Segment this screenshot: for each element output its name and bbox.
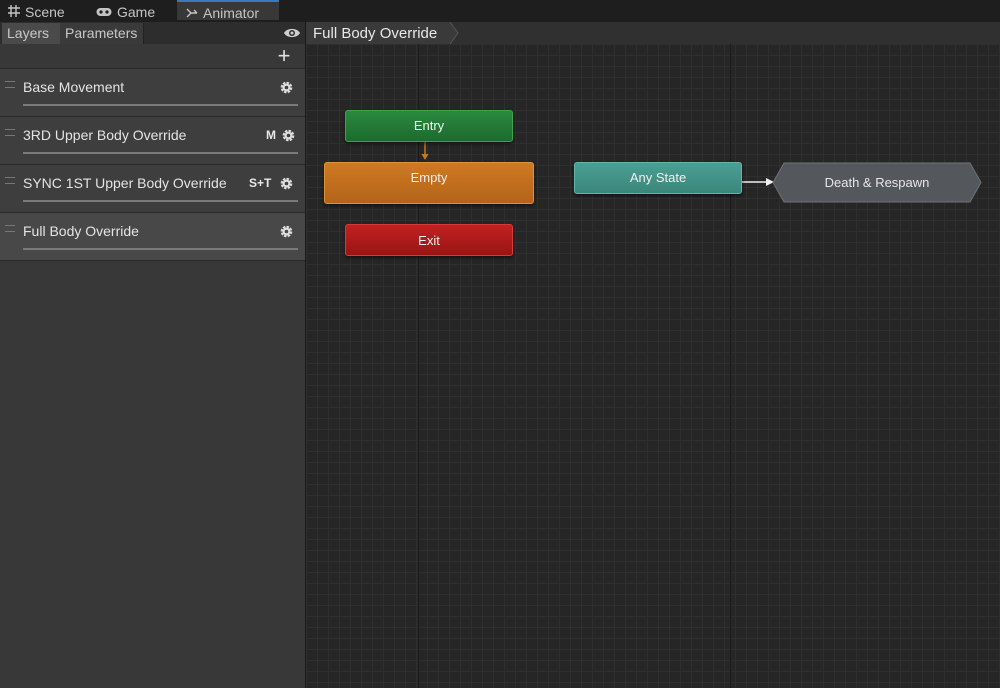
layers-panel: Layers Parameters + Base Movement 3RD Up… [0,22,306,688]
tab-game[interactable]: Game [96,0,155,22]
gamepad-icon [96,0,112,24]
tab-scene-label: Scene [25,4,65,20]
tab-layers[interactable]: Layers [2,23,61,44]
gear-icon[interactable] [279,80,294,95]
drag-handle-icon[interactable] [5,81,15,88]
drag-handle-icon[interactable] [5,177,15,184]
gear-icon[interactable] [279,224,294,239]
animator-icon [186,2,198,24]
layer-name: Full Body Override [23,223,139,239]
tab-animator-label: Animator [203,5,260,21]
layer-row[interactable]: Base Movement [0,68,305,117]
layer-weight-slider[interactable] [23,200,298,202]
layer-weight-slider[interactable] [23,152,298,154]
layer-row[interactable]: Full Body Override [0,212,305,261]
breadcrumb: Full Body Override [306,22,1000,44]
breadcrumb-item[interactable]: Full Body Override [306,22,452,44]
add-layer-button[interactable]: + [275,45,293,67]
window-tab-bar: Scene Game Animator [0,0,1000,22]
layer-weight-slider[interactable] [23,104,298,106]
tab-parameters[interactable]: Parameters [60,23,144,44]
state-machine-graph[interactable]: Full Body Override Entry Empty Exit Any … [306,22,1000,688]
tab-animator[interactable]: Animator [177,0,279,21]
gear-icon[interactable] [281,128,296,143]
exit-node[interactable]: Exit [345,224,513,256]
drag-handle-icon[interactable] [5,129,15,136]
panel-tab-bar: Layers Parameters [0,22,305,44]
default-state-node[interactable]: Empty [324,162,534,204]
sub-state-machine-label: Death & Respawn [824,175,930,190]
entry-node[interactable]: Entry [345,110,513,142]
transition-arrow[interactable] [420,140,430,162]
layer-name: Base Movement [23,79,125,95]
layer-flag-badge: M [266,128,276,142]
layer-row[interactable]: SYNC 1ST Upper Body Override S+T [0,164,305,213]
tab-scene[interactable]: Scene [8,0,65,22]
any-state-node[interactable]: Any State [574,162,742,194]
drag-handle-icon[interactable] [5,225,15,232]
layer-flag-badge: S+T [249,176,272,190]
layer-weight-slider[interactable] [23,248,298,250]
eye-icon[interactable] [283,26,301,40]
grid-major-line [730,44,731,688]
transition-arrow[interactable] [740,177,776,187]
layer-row[interactable]: 3RD Upper Body Override M [0,116,305,165]
breadcrumb-arrow-icon [450,22,459,44]
layer-name: SYNC 1ST Upper Body Override [23,175,227,191]
gear-icon[interactable] [279,176,294,191]
layer-name: 3RD Upper Body Override [23,127,187,143]
grid-icon [8,0,20,24]
tab-game-label: Game [117,4,156,20]
